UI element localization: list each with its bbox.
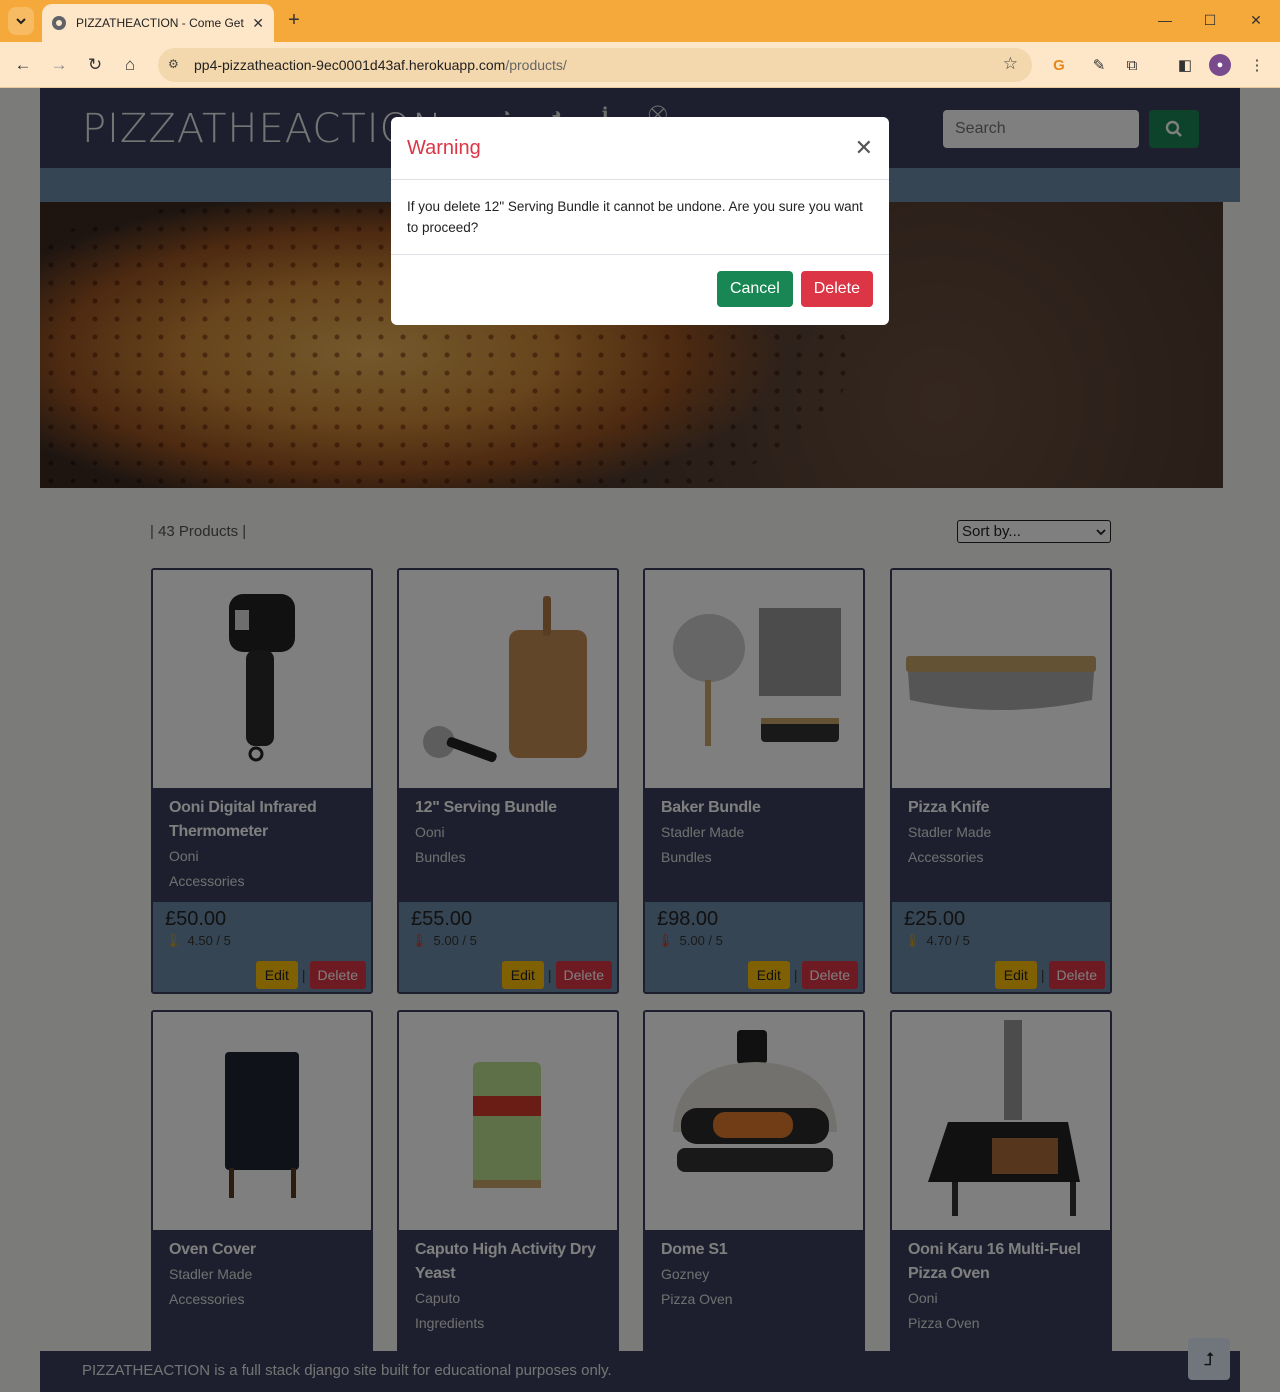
minimize-icon[interactable]: — [1150,8,1180,32]
back-icon[interactable]: ← [9,51,37,79]
reload-icon[interactable]: ↻ [81,51,109,79]
address-bar[interactable]: ⚙ pp4-pizzatheaction-9ec0001d43af.heroku… [158,48,1032,82]
browser-toolbar: ← → ↻ ⌂ ⚙ pp4-pizzatheaction-9ec0001d43a… [0,42,1280,88]
url-host: pp4-pizzatheaction-9ec0001d43af.herokuap… [194,57,506,73]
browser-tab[interactable]: PIZZATHEACTION - Come Get S ✕ [42,4,274,42]
new-tab-button[interactable]: + [282,8,306,32]
extensions-puzzle-icon[interactable]: ⧉ [1121,54,1143,76]
menu-kebab-icon[interactable]: ⋮ [1246,54,1268,76]
side-panel-icon[interactable]: ◧ [1174,54,1196,76]
globe-icon [52,16,66,30]
home-icon[interactable]: ⌂ [116,51,144,79]
cancel-button[interactable]: Cancel [716,271,793,307]
close-tab-icon[interactable]: ✕ [252,15,264,32]
chevron-down-icon [16,18,26,25]
url-path: /products/ [505,57,567,73]
modal-message: If you delete 12" Serving Bundle it cann… [391,180,889,255]
extension-g-icon[interactable]: G [1048,54,1070,76]
site-info-icon[interactable]: ⚙ [168,57,184,73]
browser-tab-strip: PIZZATHEACTION - Come Get S ✕ + — ☐ ✕ [0,0,1280,42]
tab-title: PIZZATHEACTION - Come Get S [76,16,246,30]
bookmark-star-icon[interactable]: ☆ [1003,54,1018,74]
maximize-icon[interactable]: ☐ [1195,8,1225,32]
confirm-delete-button[interactable]: Delete [800,271,873,307]
tab-search-button[interactable] [8,7,34,35]
profile-avatar[interactable]: ● [1209,54,1231,76]
extension-pen-icon[interactable]: ✎ [1088,54,1110,76]
close-icon[interactable]: ✕ [855,135,873,161]
close-window-icon[interactable]: ✕ [1241,8,1271,32]
modal-title: Warning [407,136,481,159]
forward-icon[interactable]: → [45,51,73,79]
delete-confirm-modal: Warning ✕ If you delete 12" Serving Bund… [391,117,889,325]
